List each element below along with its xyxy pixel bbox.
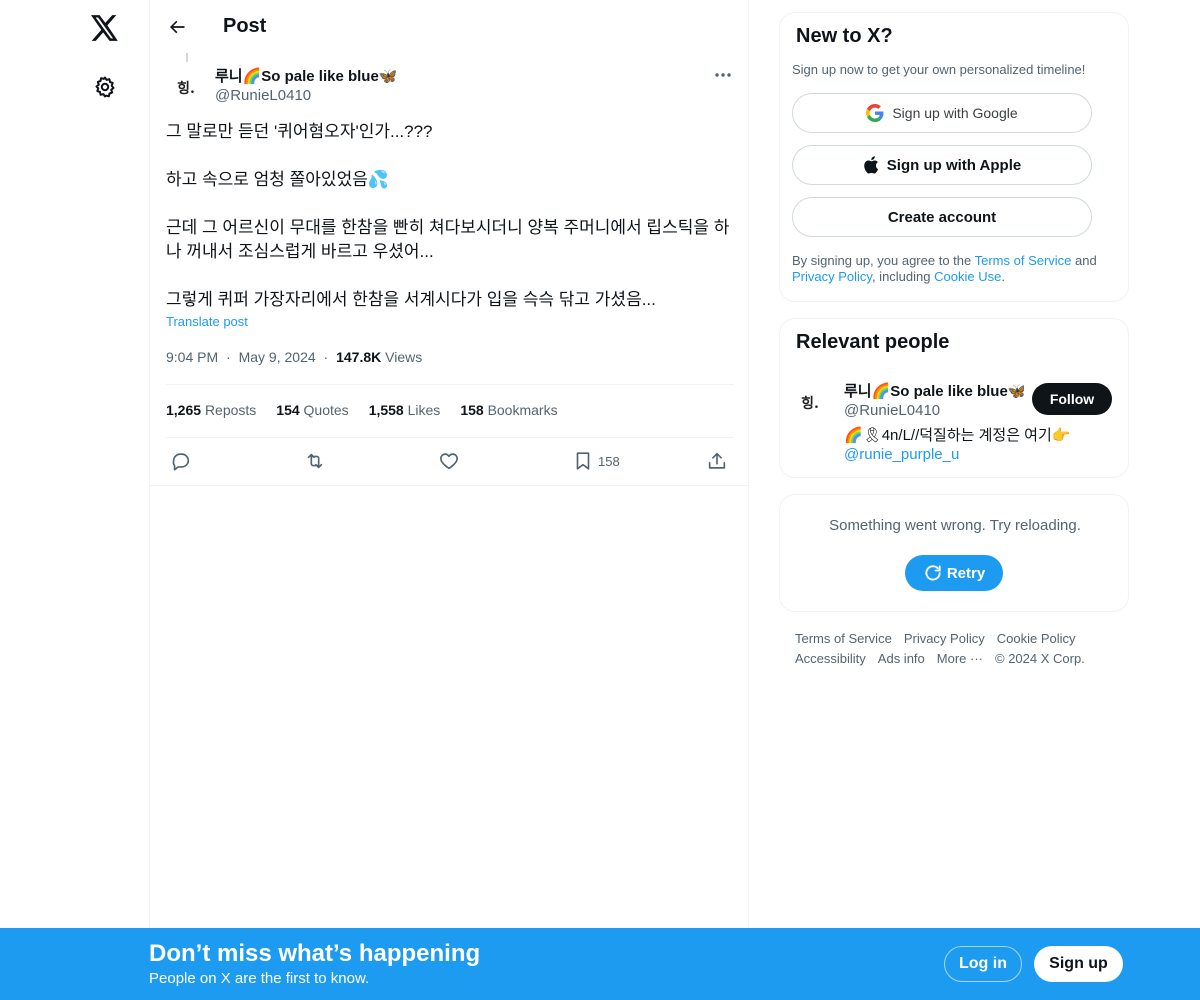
views-count: 147.8K — [336, 349, 382, 365]
translate-post-link[interactable]: Translate post — [166, 314, 248, 329]
signup-banner: Don’t miss what’s happening People on X … — [0, 928, 1200, 1000]
retry-button[interactable]: Retry — [905, 555, 1003, 591]
top-bar: Post — [150, 0, 750, 53]
relevant-people-title: Relevant people — [796, 331, 950, 353]
repost-button[interactable] — [304, 449, 326, 473]
likes-label: Likes — [407, 402, 441, 418]
person-bio-link[interactable]: @runie_purple_u — [844, 446, 959, 463]
retry-label: Retry — [946, 564, 986, 582]
share-button[interactable] — [706, 449, 728, 473]
signup-google-button[interactable]: Sign up with Google — [792, 93, 1092, 133]
signup-button[interactable]: Sign up — [1034, 946, 1123, 982]
follow-button[interactable]: Follow — [1032, 383, 1112, 415]
meta-separator: · — [226, 349, 231, 365]
footer-copyright: © 2024 X Corp. — [995, 651, 1085, 666]
likes-stat[interactable]: 1,558 Likes — [369, 402, 441, 418]
banner-title: Don’t miss what’s happening — [149, 940, 481, 967]
post-paragraph: 하고 속으로 엄청 쫄아있었음💦 — [166, 170, 390, 189]
footer-links: Terms of Service Privacy Policy Cookie Pol… — [795, 629, 1115, 669]
privacy-link[interactable]: Privacy Policy — [792, 269, 872, 284]
heart-icon — [440, 453, 458, 470]
bookmark-button[interactable]: 158 — [572, 449, 620, 473]
like-button[interactable] — [438, 449, 460, 473]
create-account-button[interactable]: Create account — [792, 197, 1092, 237]
person-name[interactable]: 루니🌈So pale like blue🦋 — [844, 380, 1024, 401]
post-date[interactable]: May 9, 2024 — [239, 349, 316, 365]
left-nav — [0, 0, 150, 1000]
login-button[interactable]: Log in — [944, 946, 1022, 982]
google-icon — [866, 104, 884, 122]
legal-prefix: By signing up, you agree to the — [792, 253, 975, 268]
person-bio: 🌈🎗4n/L//덕질하는 계정은 여기👉 — [844, 427, 1071, 444]
avatar[interactable]: 힝. — [166, 68, 206, 108]
terms-link[interactable]: Terms of Service — [975, 253, 1072, 268]
legal-and: and — [1071, 253, 1097, 268]
divider — [166, 384, 734, 385]
divider — [150, 485, 750, 486]
avatar[interactable]: 힝. — [790, 383, 830, 423]
meta-separator: · — [323, 349, 329, 365]
page-title: Post — [223, 15, 267, 37]
reply-icon — [172, 453, 190, 471]
new-to-x-subtitle: Sign up now to get your own personalized… — [792, 62, 1086, 77]
quotes-count: 154 — [276, 402, 300, 418]
post-stats: 1,265 Reposts 154 Quotes 1,558 Likes 158… — [166, 402, 558, 418]
more-options-button[interactable] — [710, 64, 736, 86]
footer-accessibility[interactable]: Accessibility — [795, 651, 866, 666]
new-to-x-title: New to X? — [796, 25, 893, 47]
author-name[interactable]: 루니🌈So pale like blue🦋 — [215, 65, 398, 86]
author-handle[interactable]: @RunieL0410 — [215, 87, 311, 104]
bookmark-count: 158 — [598, 453, 620, 469]
views-label: Views — [385, 349, 423, 365]
divider — [166, 437, 734, 438]
post-paragraph: 그렇게 퀴퍼 가장자리에서 한참을 서계시다가 입을 슥슥 닦고 가셨음... — [166, 290, 656, 309]
post-meta: 9:04 PM · May 9, 2024 · 147.8K Views — [166, 349, 422, 365]
cookie-link[interactable]: Cookie Use — [934, 269, 1001, 284]
reposts-count: 1,265 — [166, 402, 202, 418]
main-column: Post 힝. 루니🌈So pale like blue🦋 @RunieL041… — [149, 0, 750, 1000]
banner-subtitle: People on X are the first to know. — [149, 970, 370, 987]
new-to-x-card: New to X? Sign up now to get your own pe… — [779, 12, 1129, 302]
relevant-people-card: Relevant people 힝. 루니🌈So pale like blue🦋… — [779, 318, 1129, 478]
footer-more[interactable]: More ··· — [937, 651, 983, 666]
error-card: Something went wrong. Try reloading. Ret… — [779, 494, 1129, 612]
bookmarks-stat[interactable]: 158 Bookmarks — [460, 402, 557, 418]
apple-icon — [863, 156, 879, 174]
share-icon — [708, 452, 726, 469]
quotes-stat[interactable]: 154 Quotes — [276, 402, 348, 418]
repost-icon — [307, 453, 323, 469]
arrow-left-icon — [170, 20, 185, 34]
reply-button[interactable] — [170, 449, 192, 473]
refresh-icon — [925, 565, 941, 581]
likes-count: 1,558 — [368, 402, 404, 418]
signup-apple-button[interactable]: Sign up with Apple — [792, 145, 1092, 185]
legal-period: . — [1001, 269, 1005, 284]
footer-privacy[interactable]: Privacy Policy — [904, 631, 985, 646]
footer-terms[interactable]: Terms of Service — [795, 631, 892, 646]
legal-including: , including — [871, 269, 935, 284]
footer-cookie[interactable]: Cookie Policy — [997, 631, 1076, 646]
footer-ads[interactable]: Ads info — [878, 651, 925, 666]
signup-apple-label: Sign up with Apple — [886, 156, 1022, 174]
reposts-stat[interactable]: 1,265 Reposts — [166, 402, 256, 418]
legal-text: By signing up, you agree to the Terms of… — [792, 253, 1117, 285]
person-handle[interactable]: @RunieL0410 — [844, 402, 940, 419]
reposts-label: Reposts — [204, 402, 257, 418]
error-text: Something went wrong. Try reloading. — [829, 517, 1081, 534]
x-logo-icon[interactable] — [84, 7, 126, 49]
post-paragraph: 근데 그 어르신이 무대를 한참을 빤히 쳐다보시더니 양복 주머니에서 립스틱… — [166, 218, 730, 261]
back-button[interactable] — [162, 12, 192, 42]
bookmark-icon — [576, 452, 590, 470]
signup-google-label: Sign up with Google — [892, 105, 1018, 121]
quotes-label: Quotes — [303, 402, 349, 418]
more-icon — [715, 73, 731, 77]
thread-line — [186, 53, 188, 62]
bookmarks-label: Bookmarks — [487, 402, 558, 418]
post-paragraph: 그 말로만 듣던 '퀴어혐오자'인가...??? — [166, 122, 433, 141]
bookmarks-count: 158 — [460, 402, 484, 418]
post-time[interactable]: 9:04 PM — [166, 349, 218, 365]
gear-icon[interactable] — [84, 66, 126, 108]
